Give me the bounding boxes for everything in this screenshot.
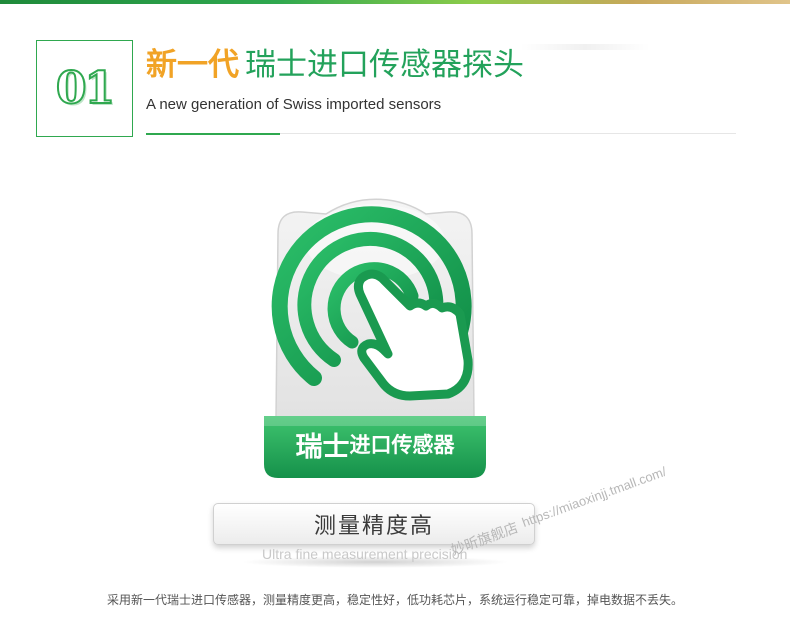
section-title-main: 瑞士进口传感器探头 [245,47,524,83]
feature-sub-label: Ultra fine measurement precision [262,546,468,562]
top-color-strip [0,0,790,4]
section-title: 新一代 瑞士进口传感器探头 [146,45,524,85]
watermark-url: https://miaoxinjj.tmall.com/ [519,463,669,530]
footer-description: 采用新一代瑞士进口传感器，测量精度更高，稳定性好，低功耗芯片，系统运行稳定可靠，… [106,593,683,607]
badge-label-small: 进口传感器 [349,433,455,457]
title-fade-decoration [520,44,650,50]
badge-label-big: 瑞士 [295,431,350,463]
section-subtitle: A new generation of Swiss imported senso… [146,96,442,113]
section-title-accent: 新一代 [146,47,239,83]
section-number-box: 01 [36,40,133,137]
header-divider-accent [146,133,280,135]
badge-label: 瑞士 进口传感器 [250,420,500,468]
section-number: 01 [55,62,116,115]
